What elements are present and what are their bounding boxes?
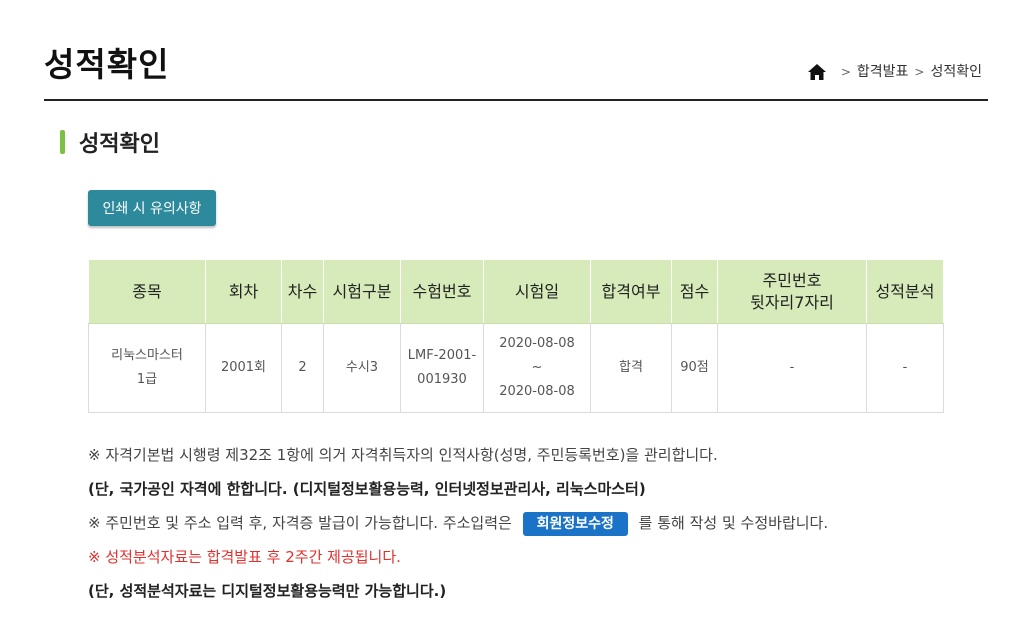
table-header-row: 종목 회차 차수 시험구분 수험번호 시험일 합격여부 점수 주민번호 뒷자리7… bbox=[88, 259, 944, 324]
section-title: 성적확인 bbox=[79, 132, 160, 157]
notice-address-text: ※ 주민번호 및 주소 입력 후, 자격증 발급이 가능합니다. 주소입력은 bbox=[88, 514, 512, 532]
header-resident-number: 주민번호 뒷자리7자리 bbox=[717, 259, 867, 324]
cell-exam-date: 2020-08-08 ~ 2020-08-08 bbox=[483, 323, 591, 413]
cell-resident-number: - bbox=[717, 323, 867, 413]
cell-exam-type: 수시3 bbox=[323, 323, 401, 413]
header-round: 회차 bbox=[205, 259, 282, 324]
breadcrumb-separator: > bbox=[840, 65, 851, 79]
breadcrumb: > 합격발표 > 성적확인 bbox=[807, 60, 982, 84]
edit-member-info-button[interactable]: 회원정보수정 bbox=[522, 511, 628, 536]
cell-round: 2001회 bbox=[205, 323, 282, 413]
notice-line-identity: ※ 자격기본법 시행령 제32조 1항에 의거 자격취득자의 인적사항(성명, … bbox=[88, 446, 718, 464]
breadcrumb-item-pass-announcement[interactable]: 합격발표 bbox=[857, 60, 909, 84]
notice-line-national-cert: (단, 국가공인 자격에 한합니다. (디지털정보활용능력, 인터넷정보관리사,… bbox=[88, 480, 646, 498]
cell-analysis: - bbox=[866, 323, 944, 413]
section-accent-bar bbox=[60, 130, 65, 154]
header-subject: 종목 bbox=[88, 259, 206, 324]
notice-address-text-suffix: 를 통해 작성 및 수정바랍니다. bbox=[638, 514, 829, 532]
table-row: 리눅스마스터 1급 2001회 2 수시3 LMF-2001- 001930 2… bbox=[88, 323, 944, 413]
cell-exam-number: LMF-2001- 001930 bbox=[400, 323, 484, 413]
notice-line-address: ※ 주민번호 및 주소 입력 후, 자격증 발급이 가능합니다. 주소입력은 회… bbox=[88, 506, 968, 540]
home-icon[interactable] bbox=[807, 63, 827, 81]
breadcrumb-separator: > bbox=[914, 65, 925, 79]
cell-pass: 합격 bbox=[590, 323, 672, 413]
header-pass: 합격여부 bbox=[590, 259, 672, 324]
cell-score: 90점 bbox=[671, 323, 718, 413]
print-notice-button[interactable]: 인쇄 시 유의사항 bbox=[88, 190, 216, 226]
title-divider bbox=[44, 99, 988, 101]
notice-line-analysis-scope: (단, 성적분석자료는 디지털정보활용능력만 가능합니다.) bbox=[88, 582, 447, 600]
header-exam-date: 시험일 bbox=[483, 259, 591, 324]
page-title: 성적확인 bbox=[44, 45, 170, 84]
header-order: 차수 bbox=[281, 259, 324, 324]
cell-order: 2 bbox=[281, 323, 324, 413]
cell-subject: 리눅스마스터 1급 bbox=[88, 323, 206, 413]
header-exam-type: 시험구분 bbox=[323, 259, 401, 324]
score-table: 종목 회차 차수 시험구분 수험번호 시험일 합격여부 점수 주민번호 뒷자리7… bbox=[88, 259, 944, 413]
breadcrumb-item-score-check[interactable]: 성적확인 bbox=[930, 60, 982, 84]
notice-line-analysis-period: ※ 성적분석자료는 합격발표 후 2주간 제공됩니다. bbox=[88, 548, 401, 566]
header-exam-number: 수험번호 bbox=[400, 259, 484, 324]
header-analysis: 성적분석 bbox=[866, 259, 944, 324]
section-heading: 성적확인 bbox=[60, 126, 160, 158]
notice-section: ※ 자격기본법 시행령 제32조 1항에 의거 자격취득자의 인적사항(성명, … bbox=[88, 438, 968, 608]
header-score: 점수 bbox=[671, 259, 718, 324]
